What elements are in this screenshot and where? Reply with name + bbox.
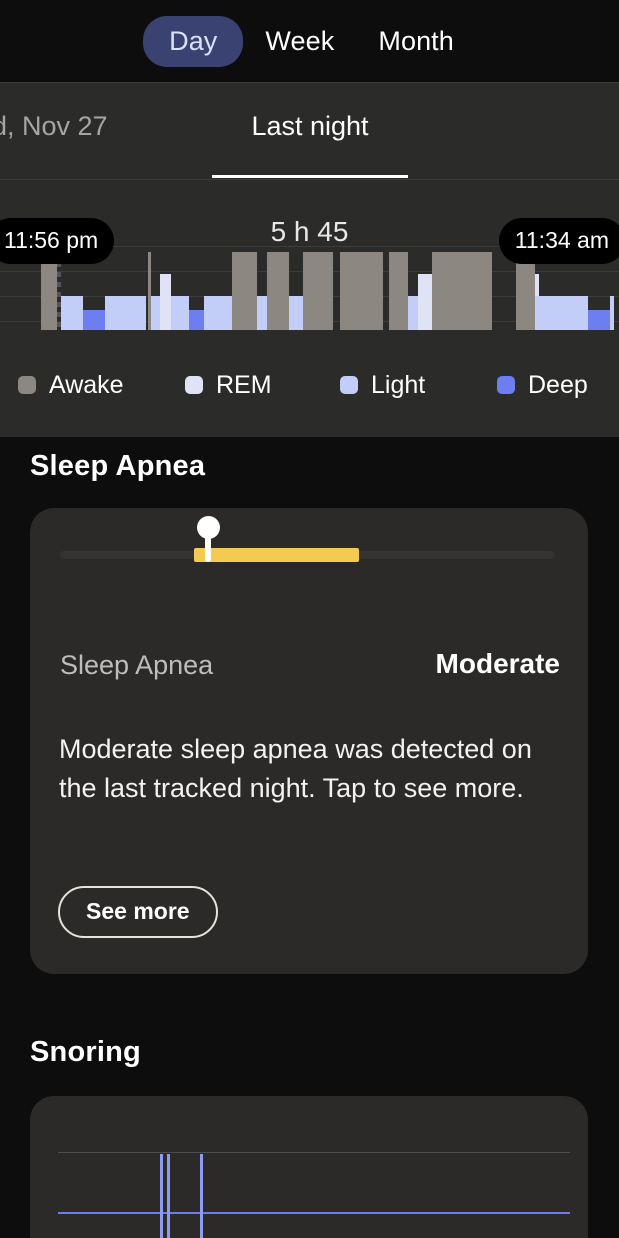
- snoring-spike: [160, 1154, 163, 1238]
- hypnogram-segment-light: [289, 296, 303, 330]
- period-segmented-control: Day Week Month: [0, 0, 619, 82]
- hypnogram-segment-light: [105, 296, 146, 330]
- hypnogram-segment-deep: [189, 310, 204, 330]
- hypnogram-segment-light: [257, 296, 267, 330]
- legend-label: Awake: [49, 370, 124, 399]
- sleep-start-time-pill: 11:56 pm: [0, 218, 115, 264]
- snoring-card[interactable]: [30, 1096, 588, 1238]
- hypnogram-segment-light: [171, 296, 189, 330]
- legend-dot-rem-icon: [185, 376, 203, 394]
- legend-item-deep: Deep: [497, 371, 588, 400]
- sleep-stage-legend: Awake REM Light Deep: [0, 365, 619, 405]
- hypnogram-segment-awake: [303, 252, 333, 330]
- apnea-description: Moderate sleep apnea was detected on the…: [59, 734, 532, 803]
- legend-label: REM: [216, 370, 272, 399]
- snoring-heading: Snoring: [30, 1036, 141, 1068]
- hypnogram-segment-rem: [160, 274, 171, 330]
- apnea-severity-fill: [194, 548, 359, 562]
- legend-item-awake: Awake: [18, 371, 124, 400]
- hypnogram-segment-deep: [83, 310, 105, 330]
- legend-dot-light-icon: [340, 376, 358, 394]
- sleep-stages-chart[interactable]: 5 h 45 11:56 pm 11:34 am Awake REM Light De…: [0, 179, 619, 437]
- see-more-button[interactable]: See more: [58, 886, 218, 938]
- hypnogram-segment-light: [408, 296, 418, 330]
- legend-item-rem: REM: [185, 371, 272, 400]
- hypnogram-segment-rem: [418, 274, 432, 330]
- apnea-row-label: Sleep Apnea: [60, 650, 214, 680]
- hypnogram-segment-deep: [588, 310, 610, 330]
- hypnogram-segment-awake: [267, 252, 289, 330]
- legend-item-light: Light: [340, 371, 425, 400]
- legend-label: Deep: [528, 370, 588, 399]
- hypnogram-segment-light: [61, 296, 83, 330]
- date-pager[interactable]: d, Nov 27 Last night: [0, 82, 619, 179]
- snoring-baseline: [58, 1212, 570, 1214]
- legend-dot-awake-icon: [18, 376, 36, 394]
- apnea-severity-marker-head: [197, 516, 220, 539]
- sleep-apnea-heading: Sleep Apnea: [30, 450, 206, 482]
- tab-month[interactable]: Month: [356, 16, 476, 67]
- snoring-gridline: [58, 1152, 570, 1153]
- hypnogram-segment-light: [151, 296, 160, 330]
- snoring-spike: [200, 1154, 203, 1238]
- hypnogram-segment-awake: [389, 252, 408, 330]
- hypnogram-segment-light: [535, 296, 588, 330]
- hypnogram-segment-light: [610, 296, 614, 330]
- legend-dot-deep-icon: [497, 376, 515, 394]
- sleep-end-time-pill: 11:34 am: [498, 218, 619, 264]
- current-tab-underline: [212, 175, 408, 178]
- tab-day[interactable]: Day: [143, 15, 244, 67]
- current-night-tab[interactable]: Last night: [212, 111, 408, 142]
- hypnogram-segment-awake: [232, 252, 257, 330]
- sleep-detail-screen: Day Week Month d, Nov 27 Last night 5 h …: [0, 0, 619, 1238]
- previous-date-label[interactable]: d, Nov 27: [0, 111, 108, 142]
- sleep-apnea-card[interactable]: Sleep Apnea Moderate Moderate sleep apne…: [30, 508, 588, 974]
- snoring-spike: [167, 1154, 170, 1238]
- apnea-severity-value: Moderate: [435, 648, 560, 679]
- hypnogram-segment-awake: [432, 252, 492, 330]
- hypnogram-segment-awake: [340, 252, 383, 330]
- tab-week[interactable]: Week: [243, 16, 356, 67]
- hypnogram-segment-light: [204, 296, 232, 330]
- legend-label: Light: [371, 370, 426, 399]
